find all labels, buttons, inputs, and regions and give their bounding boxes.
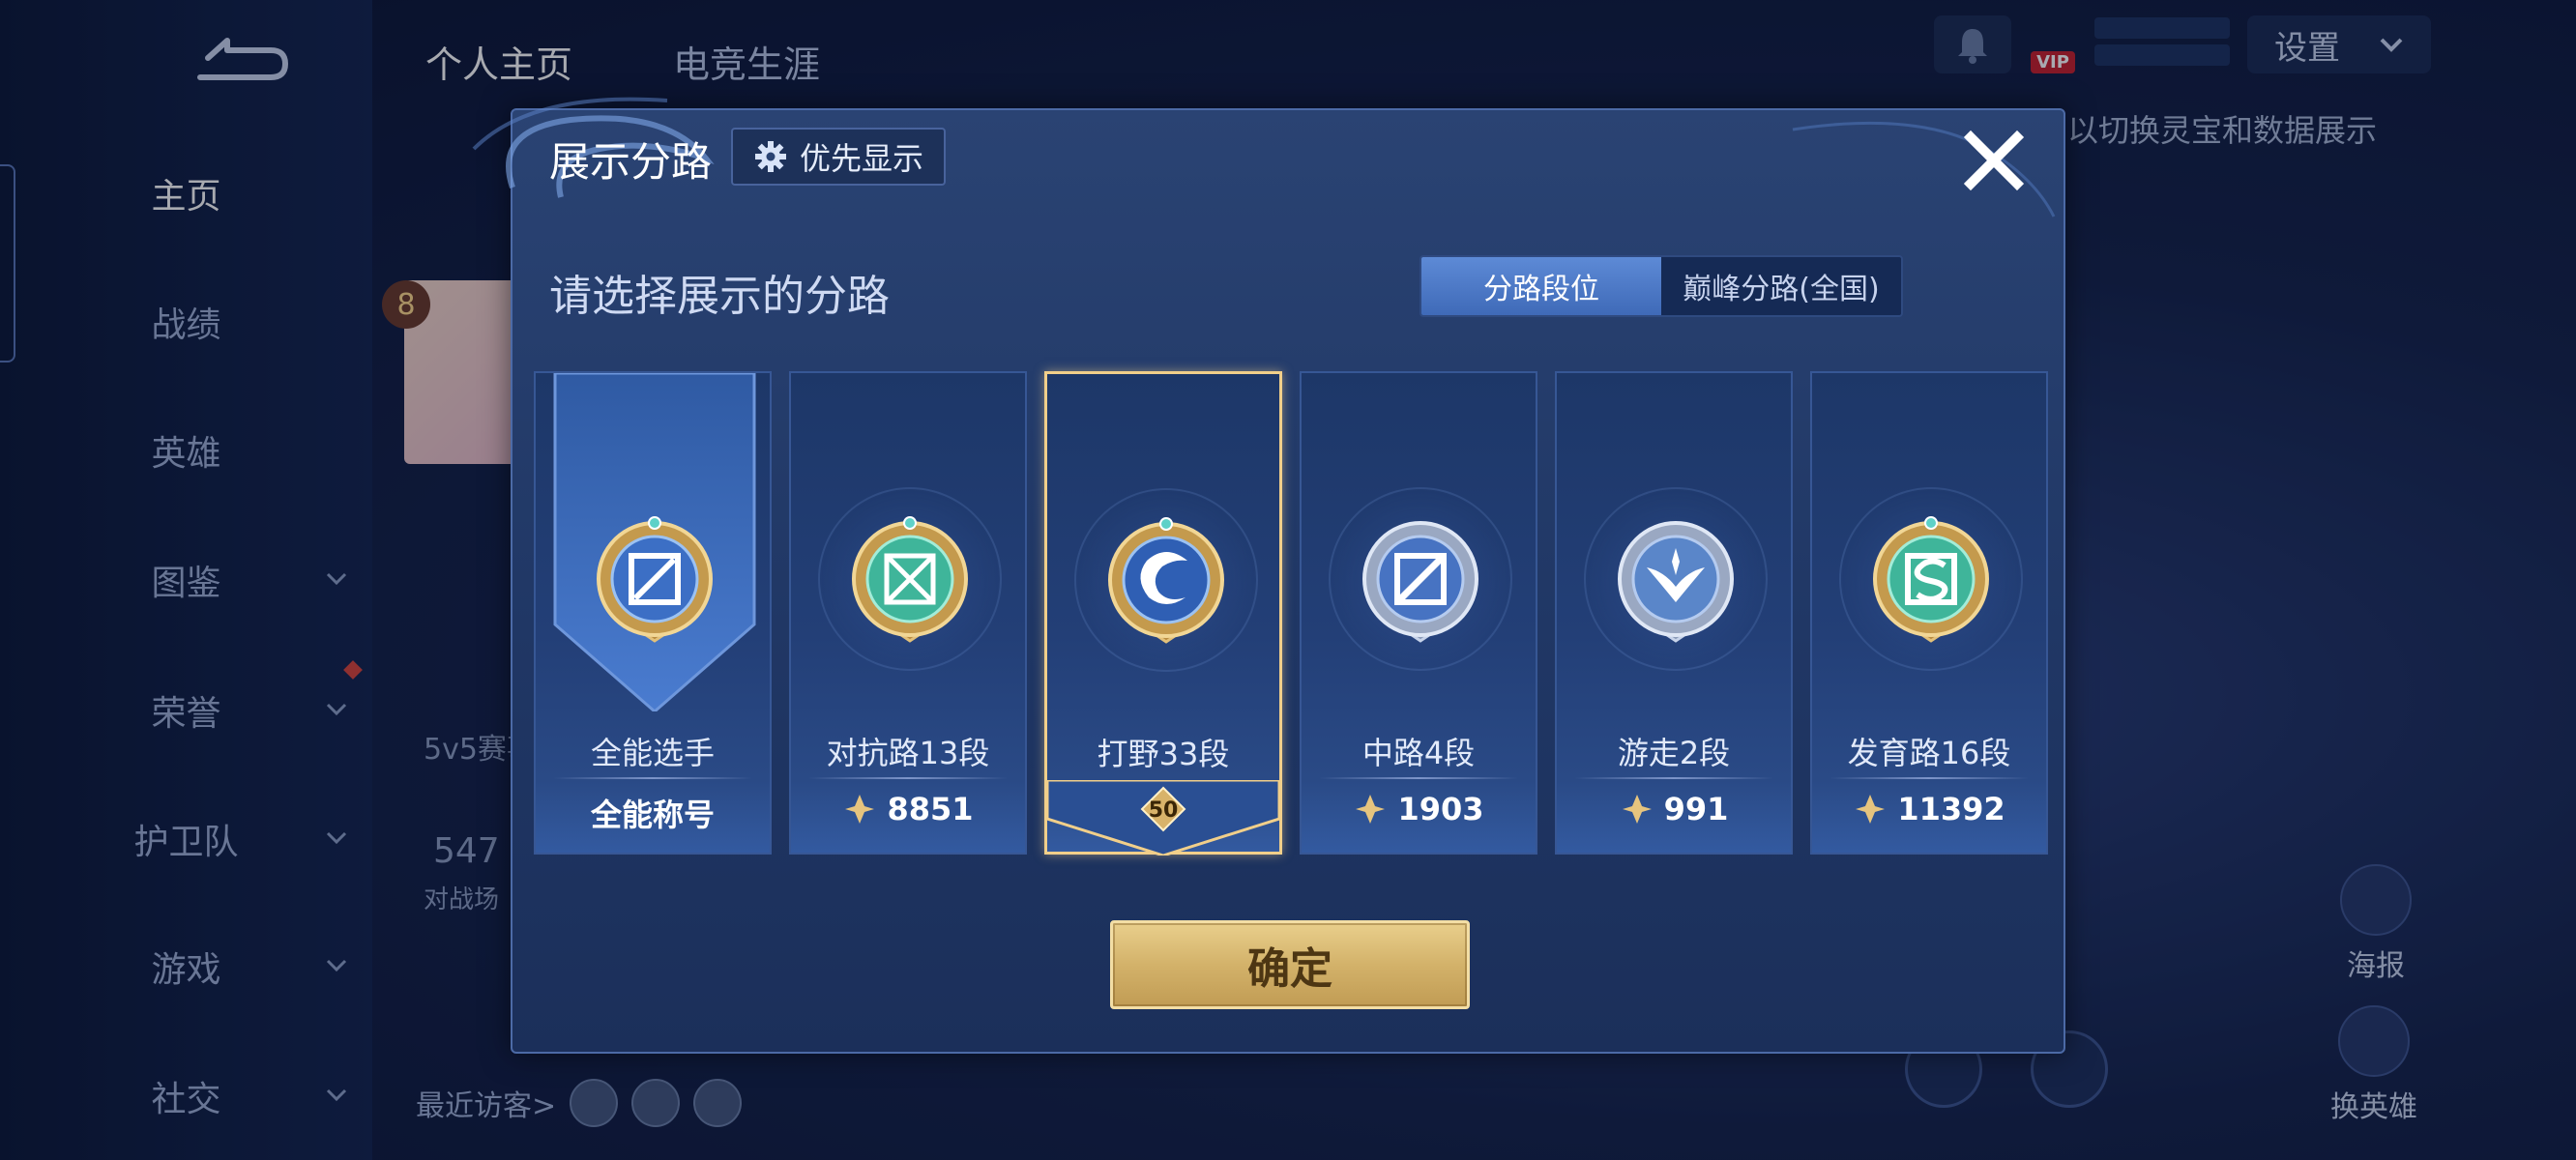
lane-card-name: 对抗路13段 (826, 735, 990, 771)
points-gem-icon (1856, 795, 1886, 824)
dialog-subtitle: 请选择展示的分路 (549, 272, 890, 321)
lane-points: 8851 (887, 791, 974, 827)
farm-lane-emblem-icon (1873, 516, 1989, 643)
clash-lane-emblem-icon (852, 516, 968, 643)
mid-lane-emblem-icon (1362, 521, 1478, 643)
lane-card-clash[interactable]: 对抗路13段 8851 (789, 371, 1027, 855)
confirm-label: 确定 (1247, 944, 1332, 994)
lane-card-mid[interactable]: 中路4段 1903 (1300, 371, 1537, 855)
tab-lane-rank[interactable]: 分路段位 (1421, 257, 1661, 315)
dialog-title: 展示分路 (549, 138, 713, 186)
lane-card-value: 991 (1557, 791, 1791, 827)
priority-display-label: 优先显示 (799, 140, 923, 177)
points-gem-icon (845, 795, 875, 824)
lane-card-name: 打野33段 (1097, 736, 1230, 772)
close-icon[interactable] (1959, 126, 2029, 195)
all-round-emblem-icon (597, 516, 713, 643)
divider (1574, 777, 1773, 779)
divider (1830, 777, 2029, 779)
lane-card-name: 发育路16段 (1847, 735, 2011, 771)
lane-points: 11392 (1897, 791, 2005, 827)
lane-card-value: 8851 (791, 791, 1025, 827)
points-gem-icon (1622, 795, 1652, 824)
points-gem-icon (1356, 795, 1386, 824)
star-level-text: 50 (1149, 798, 1179, 823)
lane-card-name: 中路4段 (1361, 735, 1476, 771)
lane-card-name: 游走2段 (1617, 735, 1731, 771)
lane-card-all-round[interactable]: 全能选手 全能称号 (534, 371, 772, 855)
lane-card-roam[interactable]: 游走2段 991 (1555, 371, 1793, 855)
divider (808, 777, 1008, 779)
lane-points: 991 (1663, 791, 1729, 827)
jungle-emblem-icon (1108, 517, 1224, 644)
confirm-button[interactable]: 确定 (1110, 920, 1470, 1009)
priority-display-button[interactable]: 优先显示 (731, 128, 946, 186)
roam-emblem-icon (1618, 521, 1734, 643)
lane-card-value: 全能称号 (536, 791, 770, 835)
lane-card-value: 1903 (1302, 791, 1536, 827)
lane-mode-segmented-control: 分路段位 巅峰分路(全国) (1420, 255, 1903, 317)
lane-card-value: 11392 (1812, 791, 2046, 827)
lane-card-jungle[interactable]: 打野33段 50 (1044, 371, 1282, 856)
gear-icon (754, 141, 786, 172)
divider (1319, 777, 1518, 779)
lane-card-name: 全能选手 (590, 735, 715, 771)
divider (553, 777, 752, 779)
lane-card-title-text: 全能称号 (590, 797, 715, 833)
lane-card-list: 全能选手 全能称号 对抗路13段 8851 打野33段 50 中路4段 1903… (534, 371, 2050, 856)
tab-peak-lane-national[interactable]: 巅峰分路(全国) (1661, 257, 1901, 315)
lane-card-farm[interactable]: 发育路16段 11392 (1810, 371, 2048, 855)
lane-display-dialog: 展示分路 优先显示 请选择展示的分路 分路段位 巅峰分路(全国) 全能选手 全能… (472, 97, 2065, 1054)
star-level-badge: 50 (1047, 780, 1279, 856)
lane-points: 1903 (1397, 791, 1484, 827)
